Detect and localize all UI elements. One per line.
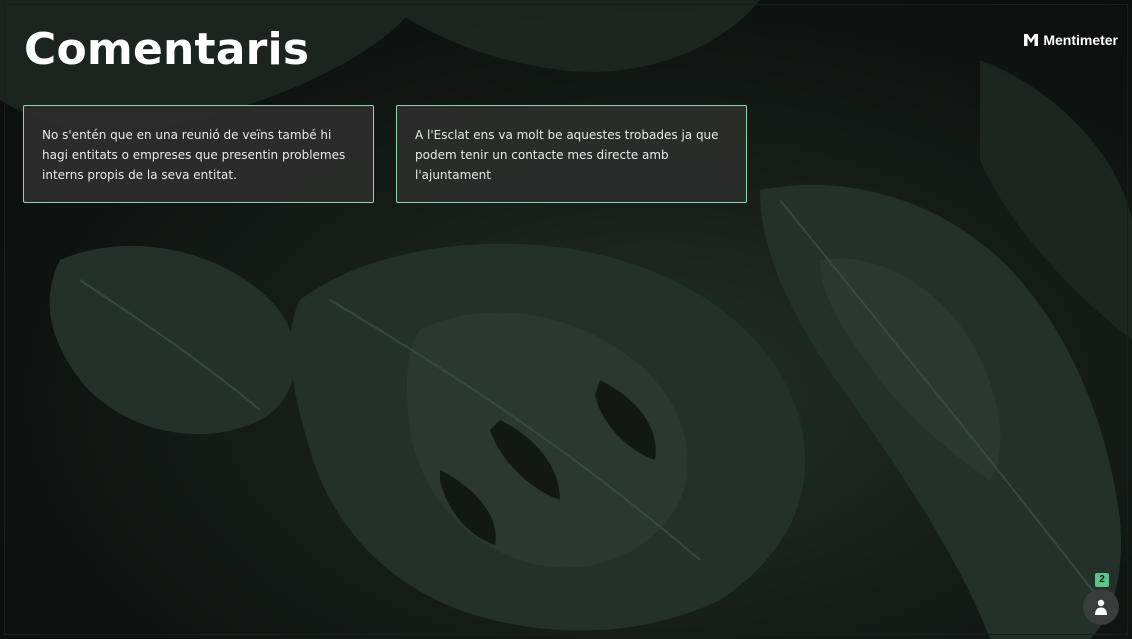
person-icon [1095, 599, 1107, 615]
slide-title: Comentaris [24, 24, 310, 75]
brand-name: Mentimeter [1043, 32, 1118, 48]
participant-count-badge: 2 [1095, 573, 1109, 587]
slide-stage: Comentaris Mentimeter No s'entén que en … [0, 0, 1132, 639]
comment-card: A l'Esclat ens va molt be aquestes troba… [396, 105, 747, 203]
mentimeter-logo-icon [1024, 34, 1039, 46]
comment-text: A l'Esclat ens va molt be aquestes troba… [415, 128, 719, 182]
monstera-background-image [0, 0, 1132, 639]
comment-text: No s'entén que en una reunió de veïns ta… [42, 128, 346, 182]
comment-card: No s'entén que en una reunió de veïns ta… [23, 105, 374, 203]
participants-button[interactable]: 2 [1083, 573, 1119, 625]
brand-logo: Mentimeter [1024, 32, 1118, 48]
